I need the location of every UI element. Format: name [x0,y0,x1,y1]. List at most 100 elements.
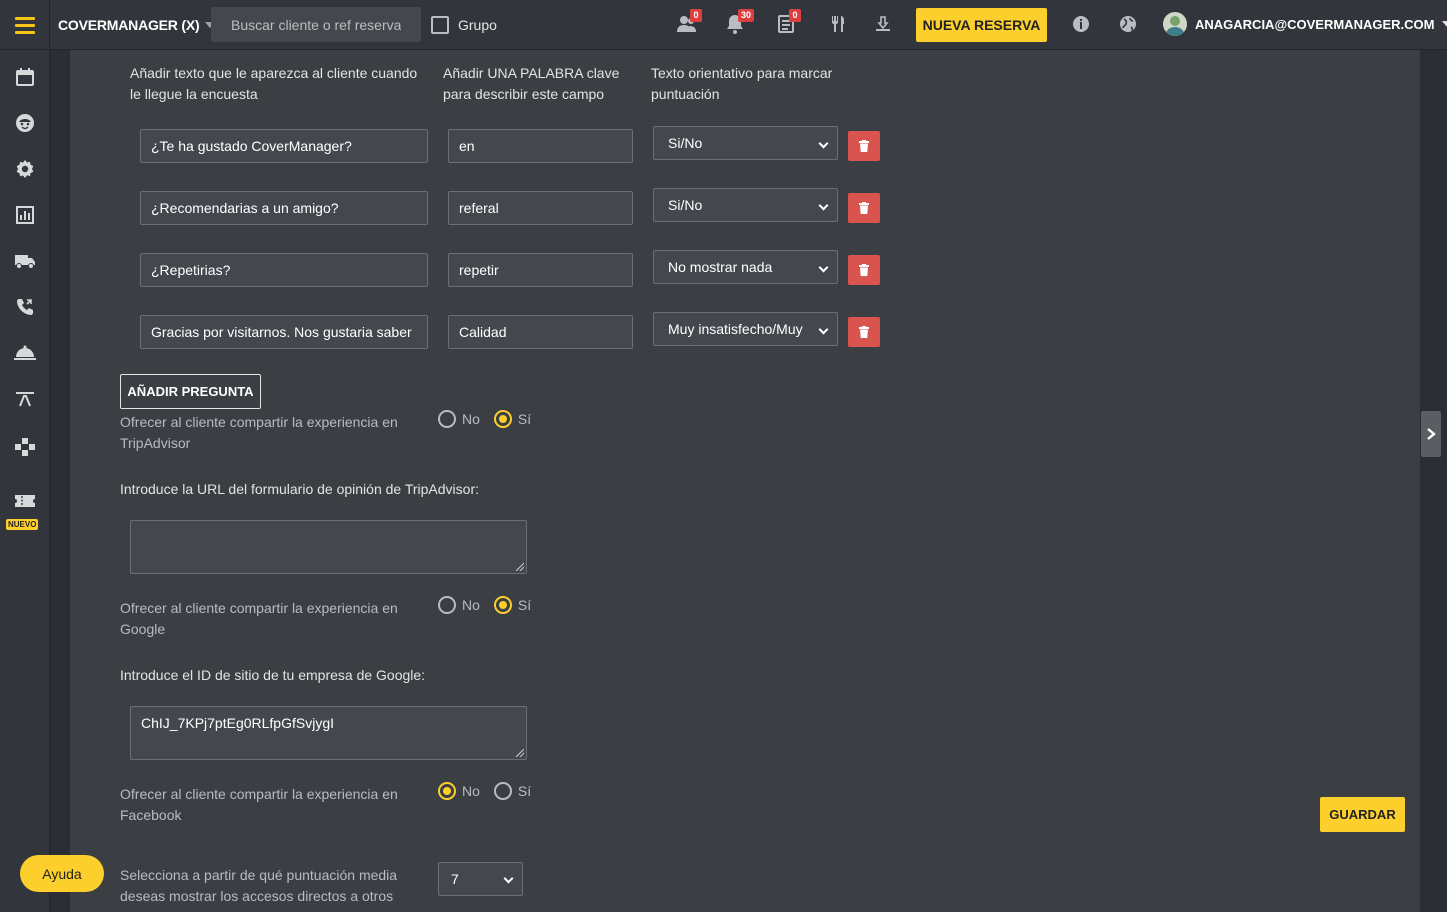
chevron-down-icon [818,262,829,273]
radio-dot[interactable] [493,596,512,614]
calendar-icon[interactable] [14,66,36,88]
tripadvisor-si-radio[interactable]: Sí [493,410,532,428]
grupo-checkbox[interactable]: Grupo [431,16,497,34]
question-keyword-input[interactable]: en [448,129,633,163]
user-email: ANAGARCIA@COVERMANAGER.COM [1195,16,1435,32]
trash-icon [859,140,869,152]
trash-icon [859,202,869,214]
google-radio-group: No Sí [438,596,531,614]
question-scale-select[interactable]: Si/No [653,126,838,160]
delete-question-button[interactable] [848,193,880,223]
radio-dot[interactable] [438,596,456,614]
scale-value: No mostrar nada [668,259,773,275]
facebook-label: Ofrecer al cliente compartir la experien… [120,786,398,823]
clients-icon[interactable]: 0 [676,9,702,35]
facebook-si-radio[interactable]: Sí [493,782,532,800]
restaurant-selector[interactable]: COVERMANAGER (X) [58,17,216,33]
scale-value: Si/No [668,197,703,213]
sidebar: NUEVO [0,50,50,912]
radio-dot[interactable] [493,782,512,800]
tripadvisor-url-label: Introduce la URL del formulario de opini… [120,481,480,497]
grupo-label: Grupo [458,17,497,33]
delete-question-button[interactable] [848,131,880,161]
gear-icon[interactable] [14,158,36,180]
trash-icon [859,264,869,276]
tasks-badge: 0 [789,9,801,22]
help-button[interactable]: Ayuda [20,855,104,892]
radio-label: Sí [517,411,532,427]
gamepad-icon[interactable] [14,436,36,458]
question-scale-select[interactable]: Si/No [653,188,838,222]
truck-icon[interactable] [14,250,36,272]
radio-label: Sí [517,783,532,799]
header-keyword: Añadir UNA PALABRA clave para describir … [443,65,620,102]
google-id-value: ChIJ_7KPj7ptEg0RLfpGfSvjygI [141,715,334,731]
chevron-down-icon [818,200,829,211]
new-reservation-button[interactable]: NUEVA RESERVA [916,8,1047,42]
chart-icon[interactable] [14,204,36,226]
chevron-down-icon [818,324,829,335]
google-si-radio[interactable]: Sí [493,596,532,614]
add-question-button[interactable]: AÑADIR PREGUNTA [120,374,261,409]
sunset-icon[interactable] [14,388,36,410]
tripadvisor-radio-group: No Sí [438,410,531,428]
hamburger-menu-icon[interactable] [0,0,50,50]
expand-panel-tab[interactable] [1421,411,1441,457]
chevron-right-icon [1427,428,1436,440]
question-scale-select[interactable]: Muy insatisfecho/Muy [653,312,838,346]
trash-icon [859,326,869,338]
chevron-down-icon [1442,21,1447,27]
cutlery-icon[interactable] [827,13,849,35]
question-text-input[interactable]: ¿Te ha gustado CoverManager? [140,129,428,163]
phone-icon[interactable] [14,296,36,318]
new-badge: NUEVO [6,519,39,530]
notifications-badge: 30 [738,9,755,22]
question-text-input[interactable]: Gracias por visitarnos. Nos gustaria sab… [140,315,428,349]
google-label: Ofrecer al cliente compartir la experien… [120,600,398,637]
radio-label: No [462,597,480,613]
clients-badge: 0 [690,9,702,22]
question-keyword-input[interactable]: Calidad [448,315,633,349]
tripadvisor-label: Ofrecer al cliente compartir la experien… [120,414,398,451]
delete-question-button[interactable] [848,317,880,347]
service-icon[interactable] [872,13,894,35]
tripadvisor-no-radio[interactable]: No [438,410,480,428]
face-icon[interactable] [14,112,36,134]
question-keyword-input[interactable]: referal [448,191,633,225]
checkbox-box[interactable] [431,16,449,34]
radio-dot[interactable] [438,782,456,800]
tripadvisor-url-field[interactable] [130,520,527,574]
radio-label: No [462,783,480,799]
question-text-input[interactable]: ¿Recomendarias a un amigo? [140,191,428,225]
info-icon[interactable] [1070,13,1092,35]
search-input[interactable] [211,7,421,42]
top-bar: COVERMANAGER (X) Grupo 0 30 0 NUEVA RESE… [0,0,1447,50]
radio-dot[interactable] [438,410,456,428]
min-score-label: Selecciona a partir de qué puntuación me… [120,867,398,904]
delete-question-button[interactable] [848,255,880,285]
radio-label: Sí [517,597,532,613]
google-id-label: Introduce el ID de sitio de tu empresa d… [120,667,426,683]
scale-value: Muy insatisfecho/Muy [668,321,803,337]
bell-icon[interactable]: 30 [724,9,755,35]
question-scale-select[interactable]: No mostrar nada [653,250,838,284]
question-keyword-input[interactable]: repetir [448,253,633,287]
question-text-input[interactable]: ¿Repetirias? [140,253,428,287]
user-menu[interactable]: ANAGARCIA@COVERMANAGER.COM [1163,12,1447,36]
list-icon[interactable]: 0 [775,9,801,35]
save-button[interactable]: GUARDAR [1320,797,1405,832]
survey-settings-panel: Añadir texto que le aparezca al cliente … [70,50,1420,912]
resize-handle[interactable] [516,749,524,757]
ticket-icon[interactable] [14,490,36,512]
scale-value: Si/No [668,135,703,151]
radio-dot[interactable] [493,410,512,428]
globe-icon[interactable] [1117,13,1139,35]
min-score-select[interactable]: 7 [438,862,523,896]
facebook-no-radio[interactable]: No [438,782,480,800]
chevron-down-icon [503,873,514,884]
cloche-icon[interactable] [14,342,36,364]
google-id-field[interactable]: ChIJ_7KPj7ptEg0RLfpGfSvjygI [130,706,527,760]
google-no-radio[interactable]: No [438,596,480,614]
min-score-value: 7 [451,871,459,887]
resize-handle[interactable] [516,563,524,571]
